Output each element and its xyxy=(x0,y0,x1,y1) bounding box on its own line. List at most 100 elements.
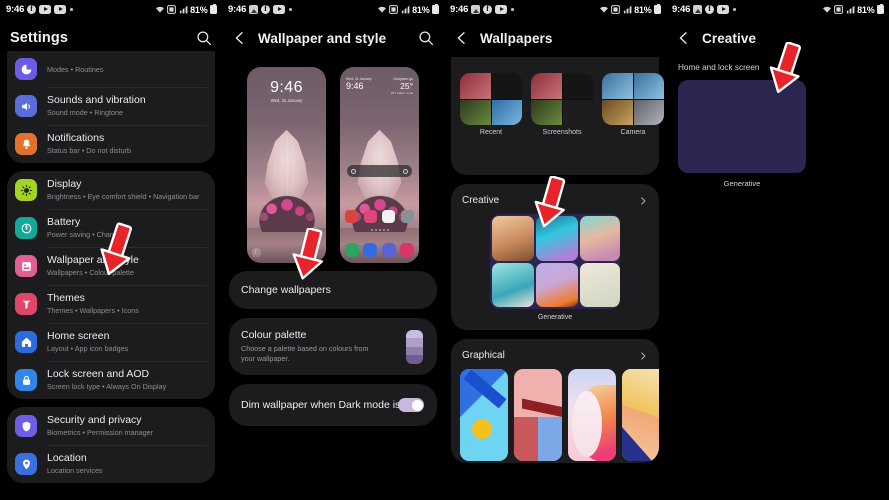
battery-icon xyxy=(877,3,884,14)
sidebar-item-text: Location Location services xyxy=(47,452,103,476)
page-title: Settings xyxy=(10,30,68,46)
search-icon[interactable] xyxy=(418,30,434,46)
back-arrow-icon[interactable] xyxy=(454,30,470,46)
source-recent[interactable]: Recent xyxy=(460,73,522,136)
lock-clock-date: Wed, 31 January xyxy=(270,98,303,103)
graphical-section: Graphical xyxy=(451,339,659,463)
sidebar-item-title: Location xyxy=(47,452,87,464)
sidebar-item-display[interactable]: Display Brightness • Eye comfort shield … xyxy=(7,171,215,209)
creative-generative-tile[interactable] xyxy=(490,214,620,309)
back-arrow-icon[interactable] xyxy=(232,30,248,46)
source-thumbnail xyxy=(531,73,593,125)
sidebar-item-text: Themes Themes • Wallpapers • Icons xyxy=(47,292,139,316)
graphical-section-header[interactable]: Graphical xyxy=(460,348,650,369)
wallpaper-style-app-bar: Wallpaper and style xyxy=(222,19,444,57)
status-bar-left: 9:46 xyxy=(6,4,73,15)
page-title: Wallpaper and style xyxy=(258,30,387,46)
chevron-right-icon[interactable] xyxy=(638,351,648,361)
settings-list[interactable]: Modes • Routines Sounds and vibration So… xyxy=(0,51,222,483)
change-wallpapers-button[interactable]: Change wallpapers xyxy=(229,271,437,309)
facebook-icon xyxy=(705,4,715,14)
source-screenshots[interactable]: Screenshots xyxy=(531,73,593,136)
sidebar-item-battery[interactable]: Battery Power saving • Charging xyxy=(7,209,215,247)
source-row: Recent Screenshots Camera xyxy=(460,73,664,136)
home-search-bar[interactable] xyxy=(347,165,412,177)
brightness-icon xyxy=(15,179,37,201)
app-icon-settings[interactable] xyxy=(363,210,377,223)
battery-icon xyxy=(210,3,217,14)
source-camera[interactable]: Camera xyxy=(602,73,664,136)
mic-icon xyxy=(403,168,408,174)
youtube-icon xyxy=(39,5,52,14)
home-widgets: Wed, 31 January 9:46 Gangnam-gu 25° 29 /… xyxy=(346,77,413,95)
wallpaper-previews: 9:46 Wed, 31 January ☾ Wed, 31 January 9… xyxy=(222,57,444,271)
search-icon[interactable] xyxy=(196,30,212,46)
source-label: Recent xyxy=(479,129,503,136)
wallpaper-icon xyxy=(15,255,37,277)
status-bar-left: 9:46 xyxy=(672,4,736,15)
sidebar-item-text: Display Brightness • Eye comfort shield … xyxy=(47,178,199,202)
app-icon-messages[interactable] xyxy=(381,243,396,257)
sidebar-item-sounds-and-vibration[interactable]: Sounds and vibration Sound mode • Ringto… xyxy=(7,87,215,125)
graphical-wallpaper-3[interactable] xyxy=(568,369,616,461)
dim-wallpaper-row[interactable]: Dim wallpaper when Dark mode is on xyxy=(229,384,437,426)
facebook-icon xyxy=(483,4,493,14)
status-bar-2: 9:46 81% xyxy=(222,0,444,19)
back-arrow-icon[interactable] xyxy=(676,30,692,46)
speaker-icon xyxy=(15,95,37,117)
sidebar-item-lock-screen-and-aod[interactable]: Lock screen and AOD Screen lock type • A… xyxy=(7,361,215,399)
source-label: Camera xyxy=(620,129,646,136)
colour-palette-card[interactable]: Colour palette Choose a palette based on… xyxy=(229,318,437,375)
search-icon xyxy=(351,168,356,174)
facebook-icon xyxy=(27,4,37,14)
app-icon-phone[interactable] xyxy=(345,243,359,257)
app-icon-apps[interactable] xyxy=(400,210,414,223)
sidebar-item-subtitle: Themes • Wallpapers • Icons xyxy=(47,306,139,315)
graphical-wallpaper-2[interactable] xyxy=(514,369,562,461)
sidebar-item-wallpaper-and-style[interactable]: Wallpaper and style Wallpapers • Colour … xyxy=(7,247,215,285)
app-icon-contacts[interactable] xyxy=(363,243,378,257)
sidebar-item-themes[interactable]: Themes Themes • Wallpapers • Icons xyxy=(7,285,215,323)
sidebar-item-text: Battery Power saving • Charging xyxy=(47,216,126,240)
status-bar-3: 9:46 81% xyxy=(444,0,666,19)
youtube-icon xyxy=(273,5,286,14)
graphical-wallpaper-row[interactable] xyxy=(460,369,659,463)
dot-icon xyxy=(289,8,292,11)
status-bar-1: 9:46 81% xyxy=(0,0,222,19)
sim-icon xyxy=(834,5,843,14)
creative-section-header[interactable]: Creative xyxy=(460,193,650,214)
sidebar-item-security-and-privacy[interactable]: Security and privacy Biometrics • Permis… xyxy=(7,407,215,445)
sidebar-item-home-screen[interactable]: Home screen Layout • App icon badges xyxy=(7,323,215,361)
graphical-wallpaper-4[interactable] xyxy=(622,369,659,461)
sidebar-item-title: Display xyxy=(47,178,82,190)
sidebar-item-modes[interactable]: Modes • Routines xyxy=(7,51,215,87)
app-icon-play[interactable] xyxy=(382,210,396,223)
graphical-wallpaper-1[interactable] xyxy=(460,369,508,461)
colour-palette-title: Colour palette xyxy=(241,329,307,341)
status-time: 9:46 xyxy=(450,4,469,15)
app-icon-store[interactable] xyxy=(345,210,358,223)
creative-home-and-lock-tile[interactable] xyxy=(678,80,806,173)
status-bar-left: 9:46 xyxy=(450,4,514,15)
sidebar-item-text: Notifications Status bar • Do not distur… xyxy=(47,132,131,156)
app-icon-camera[interactable] xyxy=(399,243,414,257)
sidebar-item-notifications[interactable]: Notifications Status bar • Do not distur… xyxy=(7,125,215,163)
wifi-icon xyxy=(822,6,831,13)
battery-icon xyxy=(654,3,661,14)
settings-group-1: Modes • Routines Sounds and vibration So… xyxy=(7,51,215,163)
creative-section: Creative Generative xyxy=(451,184,659,330)
chevron-right-icon[interactable] xyxy=(638,196,648,206)
sidebar-item-subtitle: Location services xyxy=(47,466,103,475)
wifi-icon xyxy=(599,6,608,13)
wallpapers-app-bar: Wallpapers xyxy=(444,19,666,57)
source-thumbnail xyxy=(602,73,664,125)
sidebar-item-text: Modes • Routines xyxy=(47,64,103,75)
gallery-icon xyxy=(249,5,259,14)
lock-screen-preview[interactable]: 9:46 Wed, 31 January ☾ xyxy=(247,67,326,263)
status-bar-right: 81% xyxy=(599,3,661,15)
dim-wallpaper-toggle[interactable] xyxy=(398,398,424,412)
sidebar-item-title: Home screen xyxy=(47,330,110,342)
sidebar-item-title: Themes xyxy=(47,292,85,304)
sidebar-item-location[interactable]: Location Location services xyxy=(7,445,215,483)
home-screen-preview[interactable]: Wed, 31 January 9:46 Gangnam-gu 25° 29 /… xyxy=(340,67,419,263)
